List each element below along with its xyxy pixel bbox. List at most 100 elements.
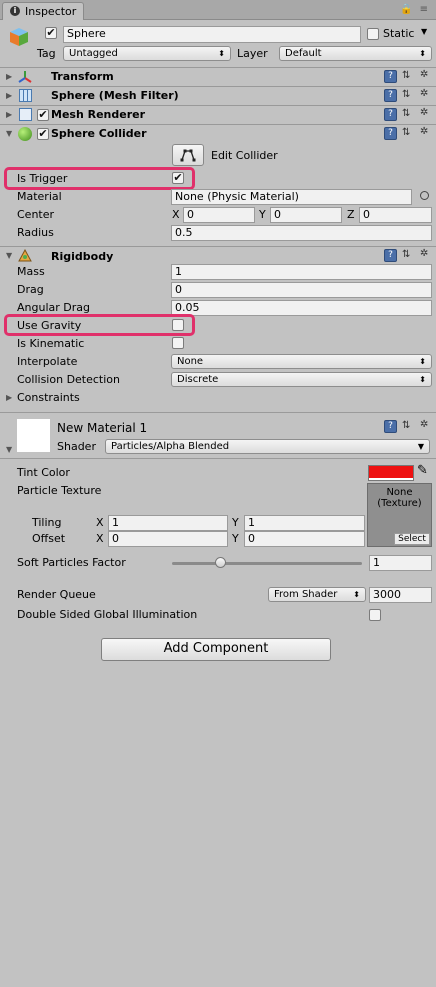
offset-y-field[interactable]: 0 (244, 531, 365, 547)
constraints-label[interactable]: Constraints (17, 391, 80, 404)
interpolate-value: None (177, 356, 204, 367)
rigidbody-header[interactable]: ▼ Rigidbody ? ⇅ ✲ (0, 246, 436, 265)
center-label: Center (17, 208, 55, 221)
rigidbody-icon (18, 248, 32, 263)
eyedropper-icon[interactable]: ✎ (417, 463, 428, 478)
tab-inspector[interactable]: i Inspector (2, 2, 84, 20)
is-kinematic-checkbox[interactable] (172, 337, 184, 349)
double-sided-gi-checkbox[interactable] (369, 609, 381, 621)
shader-value: Particles/Alpha Blended (111, 441, 230, 452)
center-z-field[interactable]: 0 (359, 207, 432, 223)
sphere-collider-enabled-checkbox[interactable]: ✔ (37, 128, 49, 140)
tint-color-fill (369, 466, 413, 478)
soft-particles-field[interactable]: 1 (369, 555, 432, 571)
add-component-button[interactable]: Add Component (101, 638, 331, 661)
mesh-renderer-enabled-checkbox[interactable]: ✔ (37, 109, 49, 121)
help-icon[interactable]: ? (384, 89, 397, 102)
updown-icon: ⬍ (419, 49, 426, 58)
tint-color-swatch[interactable] (368, 465, 414, 481)
static-label: Static (383, 27, 415, 40)
static-dropdown-icon[interactable]: ▼ (421, 27, 427, 36)
physic-material-field[interactable]: None (Physic Material) (171, 189, 412, 205)
material-name: New Material 1 (57, 421, 148, 435)
radius-field[interactable]: 0.5 (171, 225, 432, 241)
preset-icon[interactable]: ⇅ (402, 70, 410, 81)
preset-icon[interactable]: ⇅ (402, 89, 410, 100)
transform-title: Transform (51, 70, 114, 83)
foldout-arrow-icon[interactable]: ▶ (6, 72, 12, 81)
tiling-y-field[interactable]: 1 (244, 515, 365, 531)
gear-icon[interactable]: ✲ (420, 248, 428, 259)
texture-slot[interactable]: None (Texture) Select (367, 483, 432, 547)
gear-icon[interactable]: ✲ (420, 107, 428, 118)
drag-field[interactable]: 0 (171, 282, 432, 298)
window-menu-icon[interactable]: 🔒 ≡ (400, 4, 430, 15)
transform-icon (18, 70, 32, 84)
center-x-label: X (172, 208, 180, 221)
chevron-down-icon: ▼ (417, 442, 424, 451)
material-separator (0, 412, 436, 413)
texture-select-button[interactable]: Select (394, 533, 430, 545)
soft-particles-slider-thumb[interactable] (215, 557, 226, 568)
shader-label: Shader (57, 440, 96, 453)
help-icon[interactable]: ? (384, 108, 397, 121)
shader-dropdown[interactable]: Particles/Alpha Blended ▼ (105, 439, 430, 454)
offset-x-field[interactable]: 0 (108, 531, 228, 547)
soft-particles-slider-track[interactable] (172, 562, 362, 565)
material-foldout-icon[interactable]: ▼ (6, 445, 12, 454)
material-label: Material (17, 190, 62, 203)
add-component-label: Add Component (163, 641, 269, 656)
gear-icon[interactable]: ✲ (420, 69, 428, 80)
mesh-renderer-header[interactable]: ▶ ✔ Mesh Renderer ? ⇅ ✲ (0, 105, 436, 124)
render-queue-mode: From Shader (274, 589, 338, 600)
tag-label: Tag (37, 47, 56, 60)
object-picker-icon[interactable] (420, 191, 429, 200)
help-icon[interactable]: ? (384, 70, 397, 83)
layer-label: Layer (237, 47, 268, 60)
mesh-filter-header[interactable]: ▶ Sphere (Mesh Filter) ? ⇅ ✲ (0, 86, 436, 105)
center-z-label: Z (347, 208, 355, 221)
tag-dropdown[interactable]: Untagged ⬍ (63, 46, 231, 61)
sphere-collider-header[interactable]: ▼ ✔ Sphere Collider ? ⇅ ✲ (0, 124, 436, 143)
gear-icon[interactable]: ✲ (420, 88, 428, 99)
object-name-field[interactable]: Sphere (63, 26, 361, 43)
edit-collider-button[interactable] (172, 144, 204, 166)
transform-header[interactable]: ▶ Transform ? ⇅ ✲ (0, 67, 436, 86)
preset-icon[interactable]: ⇅ (402, 420, 410, 431)
center-x-field[interactable]: 0 (183, 207, 255, 223)
is-kinematic-label: Is Kinematic (17, 337, 85, 350)
foldout-arrow-icon[interactable]: ▼ (6, 251, 12, 260)
mass-field[interactable]: 1 (171, 264, 432, 280)
help-icon[interactable]: ? (384, 127, 397, 140)
render-queue-dropdown[interactable]: From Shader ⬍ (268, 587, 366, 602)
updown-icon: ⬍ (419, 357, 426, 366)
foldout-arrow-icon[interactable]: ▶ (6, 110, 12, 119)
edit-collider-label: Edit Collider (211, 149, 278, 162)
gear-icon[interactable]: ✲ (420, 126, 428, 137)
tint-alpha-bar (369, 478, 413, 480)
foldout-arrow-icon[interactable]: ▼ (6, 129, 12, 138)
active-checkbox[interactable]: ✔ (45, 27, 57, 39)
tag-value: Untagged (69, 48, 118, 59)
gear-icon[interactable]: ✲ (420, 419, 428, 430)
preset-icon[interactable]: ⇅ (402, 108, 410, 119)
soft-particles-label: Soft Particles Factor (17, 556, 126, 569)
angular-drag-field[interactable]: 0.05 (171, 300, 432, 316)
layer-dropdown[interactable]: Default ⬍ (279, 46, 432, 61)
collision-detection-dropdown[interactable]: Discrete ⬍ (171, 372, 432, 387)
help-icon[interactable]: ? (384, 420, 397, 433)
render-queue-field[interactable]: 3000 (369, 587, 432, 603)
preset-icon[interactable]: ⇅ (402, 249, 410, 260)
constraints-foldout-icon[interactable]: ▶ (6, 393, 12, 402)
interpolate-dropdown[interactable]: None ⬍ (171, 354, 432, 369)
foldout-arrow-icon[interactable]: ▶ (6, 91, 12, 100)
center-y-field[interactable]: 0 (270, 207, 342, 223)
tiling-x-field[interactable]: 1 (108, 515, 228, 531)
use-gravity-highlight (4, 314, 195, 336)
layer-value: Default (285, 48, 322, 59)
help-icon[interactable]: ? (384, 249, 397, 262)
static-checkbox[interactable] (367, 28, 379, 40)
mesh-filter-icon (19, 89, 32, 102)
sphere-collider-icon (18, 127, 32, 141)
preset-icon[interactable]: ⇅ (402, 127, 410, 138)
